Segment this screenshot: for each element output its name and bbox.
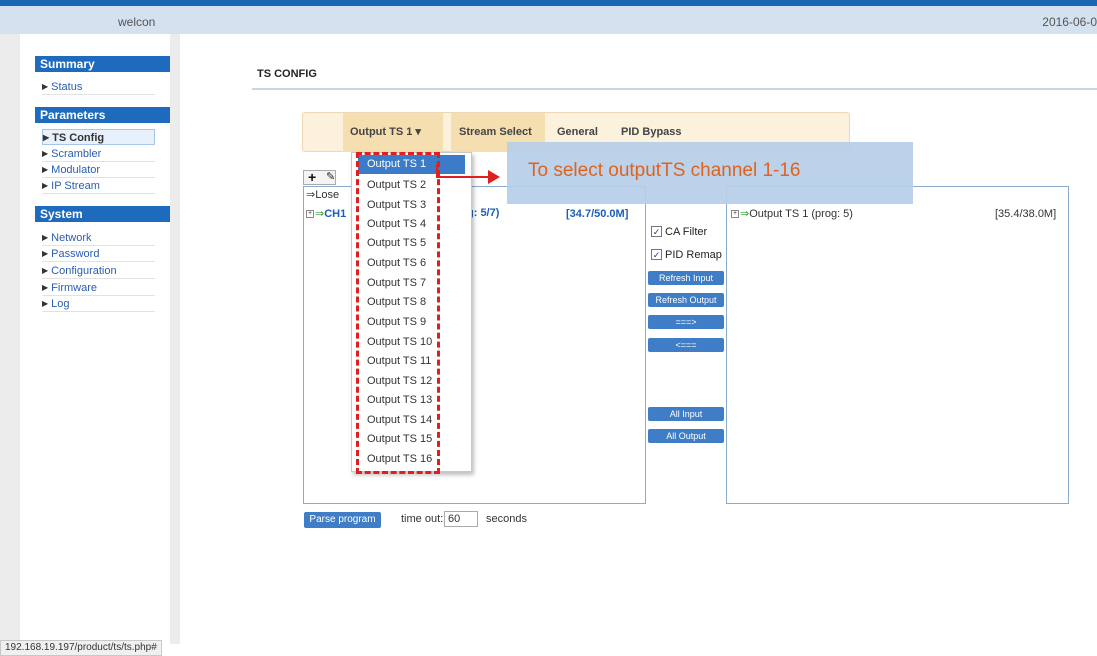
refresh-input-button[interactable]: Refresh Input: [648, 271, 724, 285]
ca-filter-label: CA Filter: [665, 226, 708, 238]
sidebar-item-network[interactable]: ▶ Network: [42, 230, 155, 246]
triangle-icon: ▶: [42, 299, 49, 308]
parse-program-button[interactable]: Parse program: [304, 512, 381, 528]
triangle-icon: ▶: [42, 149, 49, 158]
sidebar-item-scrambler[interactable]: ▶ Scrambler: [42, 146, 155, 162]
sidebar: [0, 34, 180, 644]
date-text: 2016-06-0: [1042, 15, 1097, 29]
sidebar-item-firmware[interactable]: ▶ Firmware: [42, 280, 155, 296]
top-bar: welcon 2016-06-0: [0, 0, 1097, 34]
sidebar-item-modulator[interactable]: ▶ Modulator: [42, 162, 155, 178]
annotation-arrow-line: [436, 176, 490, 178]
sidebar-item-configuration[interactable]: ▶ Configuration: [42, 263, 155, 279]
sidebar-item-label: Status: [51, 81, 83, 93]
output-ts-label: Output TS 1 (prog: 5): [749, 208, 853, 220]
timeout-input[interactable]: [444, 511, 478, 527]
lose-label: ⇒Lose: [306, 189, 340, 201]
pid-remap-checkbox[interactable]: ✓ PID Remap: [651, 248, 722, 261]
chevron-down-icon: ▾: [415, 126, 421, 138]
dropdown-option[interactable]: Output TS 13: [361, 391, 469, 410]
all-output-button[interactable]: All Output: [648, 429, 724, 443]
sidebar-item-label: Log: [51, 298, 70, 310]
triangle-icon: ▶: [42, 165, 49, 174]
sidebar-item-status[interactable]: ▶ Status: [42, 79, 155, 95]
plus-icon[interactable]: +: [308, 169, 316, 185]
output-tree-panel: + ⇒Output TS 1 (prog: 5) [35.4/38.0M]: [726, 186, 1069, 504]
output-ts-row[interactable]: + ⇒Output TS 1 (prog: 5): [731, 207, 853, 220]
triangle-icon: ▶: [42, 249, 49, 258]
triangle-icon: ▶: [42, 283, 49, 292]
title-divider: [252, 88, 1097, 90]
sidebar-item-label: Modulator: [51, 164, 101, 176]
sidebar-rail: [0, 34, 20, 644]
sidebar-item-label: Scrambler: [51, 148, 102, 160]
seconds-label: seconds: [486, 513, 527, 525]
arrow-icon: ⇒: [315, 208, 325, 220]
channel-label: CH1: [324, 208, 347, 220]
triangle-icon: ▶: [42, 266, 49, 275]
sidebar-item-label: Firmware: [51, 282, 97, 294]
dropdown-option[interactable]: Output TS 11: [361, 352, 469, 371]
dropdown-option[interactable]: Output TS 3: [361, 196, 469, 215]
dropdown-option[interactable]: Output TS 10: [361, 333, 469, 352]
check-icon[interactable]: ✓: [651, 248, 662, 260]
pid-remap-label: PID Remap: [665, 249, 722, 261]
expand-icon[interactable]: +: [731, 210, 739, 219]
tab-output-ts-select[interactable]: Output TS 1 ▾: [343, 113, 443, 152]
move-right-button[interactable]: ===>: [648, 315, 724, 329]
page-title: TS CONFIG: [257, 68, 317, 80]
dropdown-option[interactable]: Output TS 7: [361, 274, 469, 293]
triangle-icon: ▶: [43, 133, 50, 142]
dropdown-option[interactable]: Output TS 6: [361, 254, 469, 273]
ca-filter-checkbox[interactable]: ✓ CA Filter: [651, 225, 708, 238]
timeout-label: time out:: [401, 513, 444, 525]
sidebar-item-label: Configuration: [51, 265, 117, 277]
dropdown-option[interactable]: Output TS 15: [361, 430, 469, 449]
dropdown-option[interactable]: Output TS 4: [361, 215, 469, 234]
dropdown-option[interactable]: Output TS 12: [361, 372, 469, 391]
dropdown-option[interactable]: Output TS 8: [361, 293, 469, 312]
tree-toolbar: + ✎: [303, 169, 336, 185]
output-rate: [35.4/38.0M]: [995, 208, 1057, 220]
move-left-button[interactable]: <===: [648, 338, 724, 352]
welcome-text: welcon: [118, 15, 156, 29]
sidebar-item-label: Network: [51, 232, 92, 244]
section-parameters: Parameters: [35, 107, 170, 123]
triangle-icon: ▶: [42, 181, 49, 190]
tab-output-ts-label: Output TS 1: [350, 126, 413, 138]
arrow-right-icon: [488, 170, 500, 184]
refresh-output-button[interactable]: Refresh Output: [648, 293, 724, 307]
sidebar-item-label: IP Stream: [51, 180, 100, 192]
triangle-icon: ▶: [42, 233, 49, 242]
sidebar-divider: [170, 34, 180, 644]
dropdown-option[interactable]: Output TS 14: [361, 411, 469, 430]
dropdown-option[interactable]: Output TS 2: [361, 176, 469, 195]
annotation-text: To select outputTS channel 1-16: [528, 160, 801, 181]
browser-status-url: 192.168.19.197/product/ts/ts.php#: [0, 640, 162, 656]
dropdown-option[interactable]: Output TS 5: [361, 234, 469, 253]
output-ts-dropdown: Output TS 1 Output TS 2 Output TS 3 Outp…: [351, 152, 472, 472]
check-icon[interactable]: ✓: [651, 225, 662, 237]
triangle-icon: ▶: [42, 82, 49, 91]
dropdown-option[interactable]: Output TS 9: [361, 313, 469, 332]
all-input-button[interactable]: All Input: [648, 407, 724, 421]
input-rate: [34.7/50.0M]: [566, 208, 629, 220]
sidebar-item-ts-config[interactable]: ▶ TS Config: [42, 129, 155, 145]
section-summary: Summary: [35, 56, 170, 72]
sidebar-item-label: Password: [51, 248, 100, 260]
dropdown-option[interactable]: Output TS 16: [361, 450, 469, 469]
section-system: System: [35, 206, 170, 222]
expand-icon[interactable]: +: [306, 210, 314, 219]
arrow-icon: ⇒: [740, 208, 750, 220]
sidebar-item-log[interactable]: ▶ Log: [42, 296, 155, 312]
pencil-icon[interactable]: ✎: [326, 170, 335, 183]
dropdown-option[interactable]: Output TS 1: [358, 155, 465, 174]
sidebar-item-ip-stream[interactable]: ▶ IP Stream: [42, 178, 155, 194]
sidebar-item-password[interactable]: ▶ Password: [42, 246, 155, 262]
sidebar-item-label: TS Config: [52, 132, 105, 144]
input-channel-row[interactable]: + ⇒CH1: [306, 207, 346, 220]
